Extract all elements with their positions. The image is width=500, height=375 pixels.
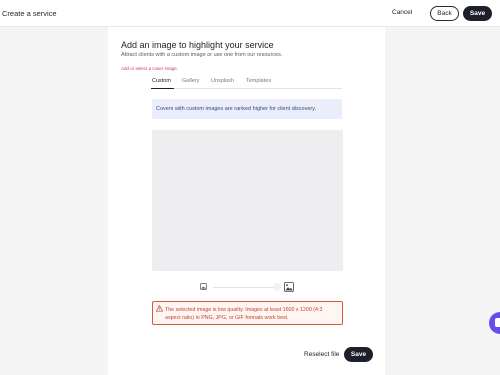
warning-triangle-icon [156,305,163,312]
tab-unsplash[interactable]: Unsplash [211,78,234,84]
section-heading: Add an image to highlight your service [121,40,274,50]
page-title: Create a service [2,9,57,18]
image-source-tabs: Custom Gallery Unsplash Templates [152,77,342,89]
zoom-control [199,282,295,292]
save-image-button[interactable]: Save [344,347,373,362]
active-tab-indicator [151,88,174,89]
section-subheading: Attract clients with a custom image or u… [121,52,283,58]
top-bar: Create a service Cancel Back Save [0,0,500,27]
reselect-file-button[interactable]: Reselect file [304,351,339,358]
image-small-icon [200,283,207,290]
tab-gallery[interactable]: Gallery [182,78,199,84]
zoom-slider-thumb[interactable] [273,283,281,291]
warning-text: The selected image is low quality. Image… [165,307,323,321]
low-quality-warning: The selected image is low quality. Image… [152,301,343,325]
tab-templates[interactable]: Templates [246,78,271,84]
zoom-slider-track[interactable] [213,286,281,288]
cancel-button[interactable]: Cancel [392,9,412,16]
chat-launcher-icon[interactable] [489,312,500,334]
chat-glyph [495,318,500,327]
image-preview-area[interactable] [152,130,343,271]
cover-image-error: Add or select a cover image. [121,66,179,71]
save-button[interactable]: Save [463,6,492,21]
tab-custom[interactable]: Custom [152,78,171,84]
image-large-icon [284,282,294,292]
info-banner: Covers with custom images are ranked hig… [152,99,342,119]
back-button[interactable]: Back [430,6,459,21]
